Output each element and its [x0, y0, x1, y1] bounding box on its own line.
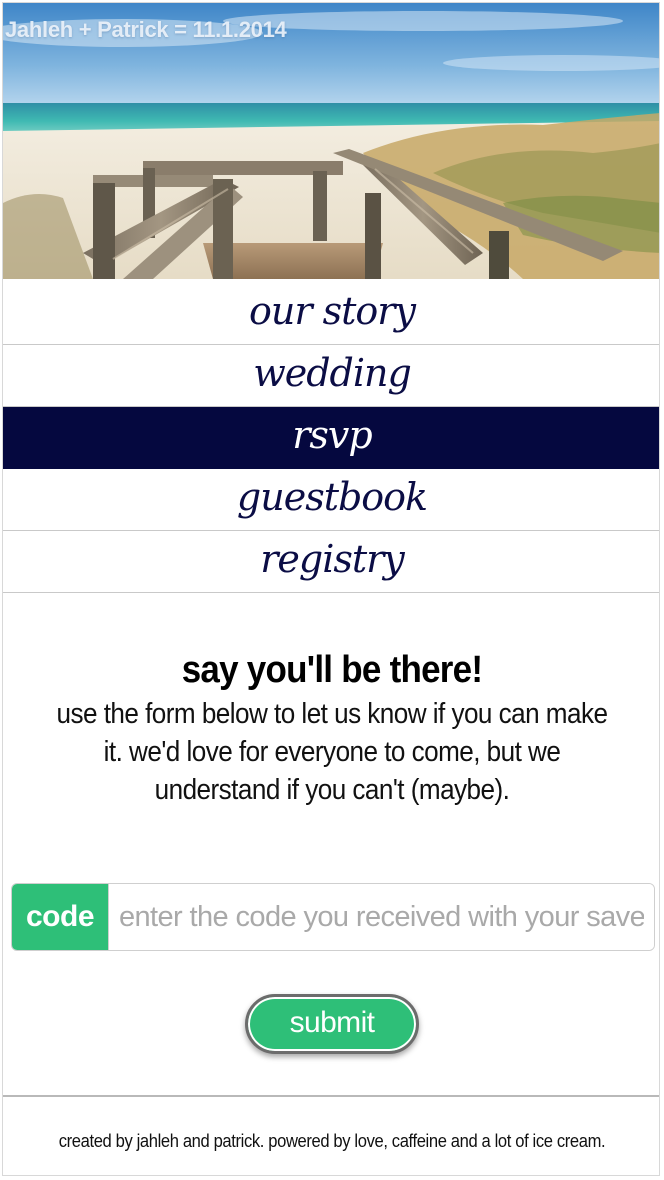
hero-banner: Jahleh + Patrick = 11.1.2014: [3, 3, 659, 279]
footer-divider: [3, 1095, 659, 1097]
main-nav: our story wedding rsvp guestbook registr…: [3, 283, 659, 593]
nav-item-guestbook[interactable]: guestbook: [3, 469, 659, 531]
rsvp-content: say you'll be there! use the form below …: [3, 603, 659, 809]
code-input[interactable]: [109, 884, 654, 950]
nav-item-our-story[interactable]: our story: [3, 283, 659, 345]
code-label: code: [12, 884, 109, 950]
beach-boardwalk-image: [3, 3, 659, 279]
code-input-group: code: [11, 883, 655, 951]
site-title: Jahleh + Patrick = 11.1.2014: [5, 17, 287, 42]
footer-text: created by jahleh and patrick. powered b…: [58, 1131, 606, 1151]
submit-button[interactable]: submit: [245, 994, 419, 1054]
rsvp-description: use the form below to let us know if you…: [56, 698, 608, 806]
page-frame: Jahleh + Patrick = 11.1.2014 our story w…: [2, 2, 660, 1176]
page-heading: say you'll be there!: [181, 649, 483, 691]
nav-item-rsvp[interactable]: rsvp: [3, 407, 659, 469]
nav-item-registry[interactable]: registry: [3, 531, 659, 593]
nav-item-wedding[interactable]: wedding: [3, 345, 659, 407]
